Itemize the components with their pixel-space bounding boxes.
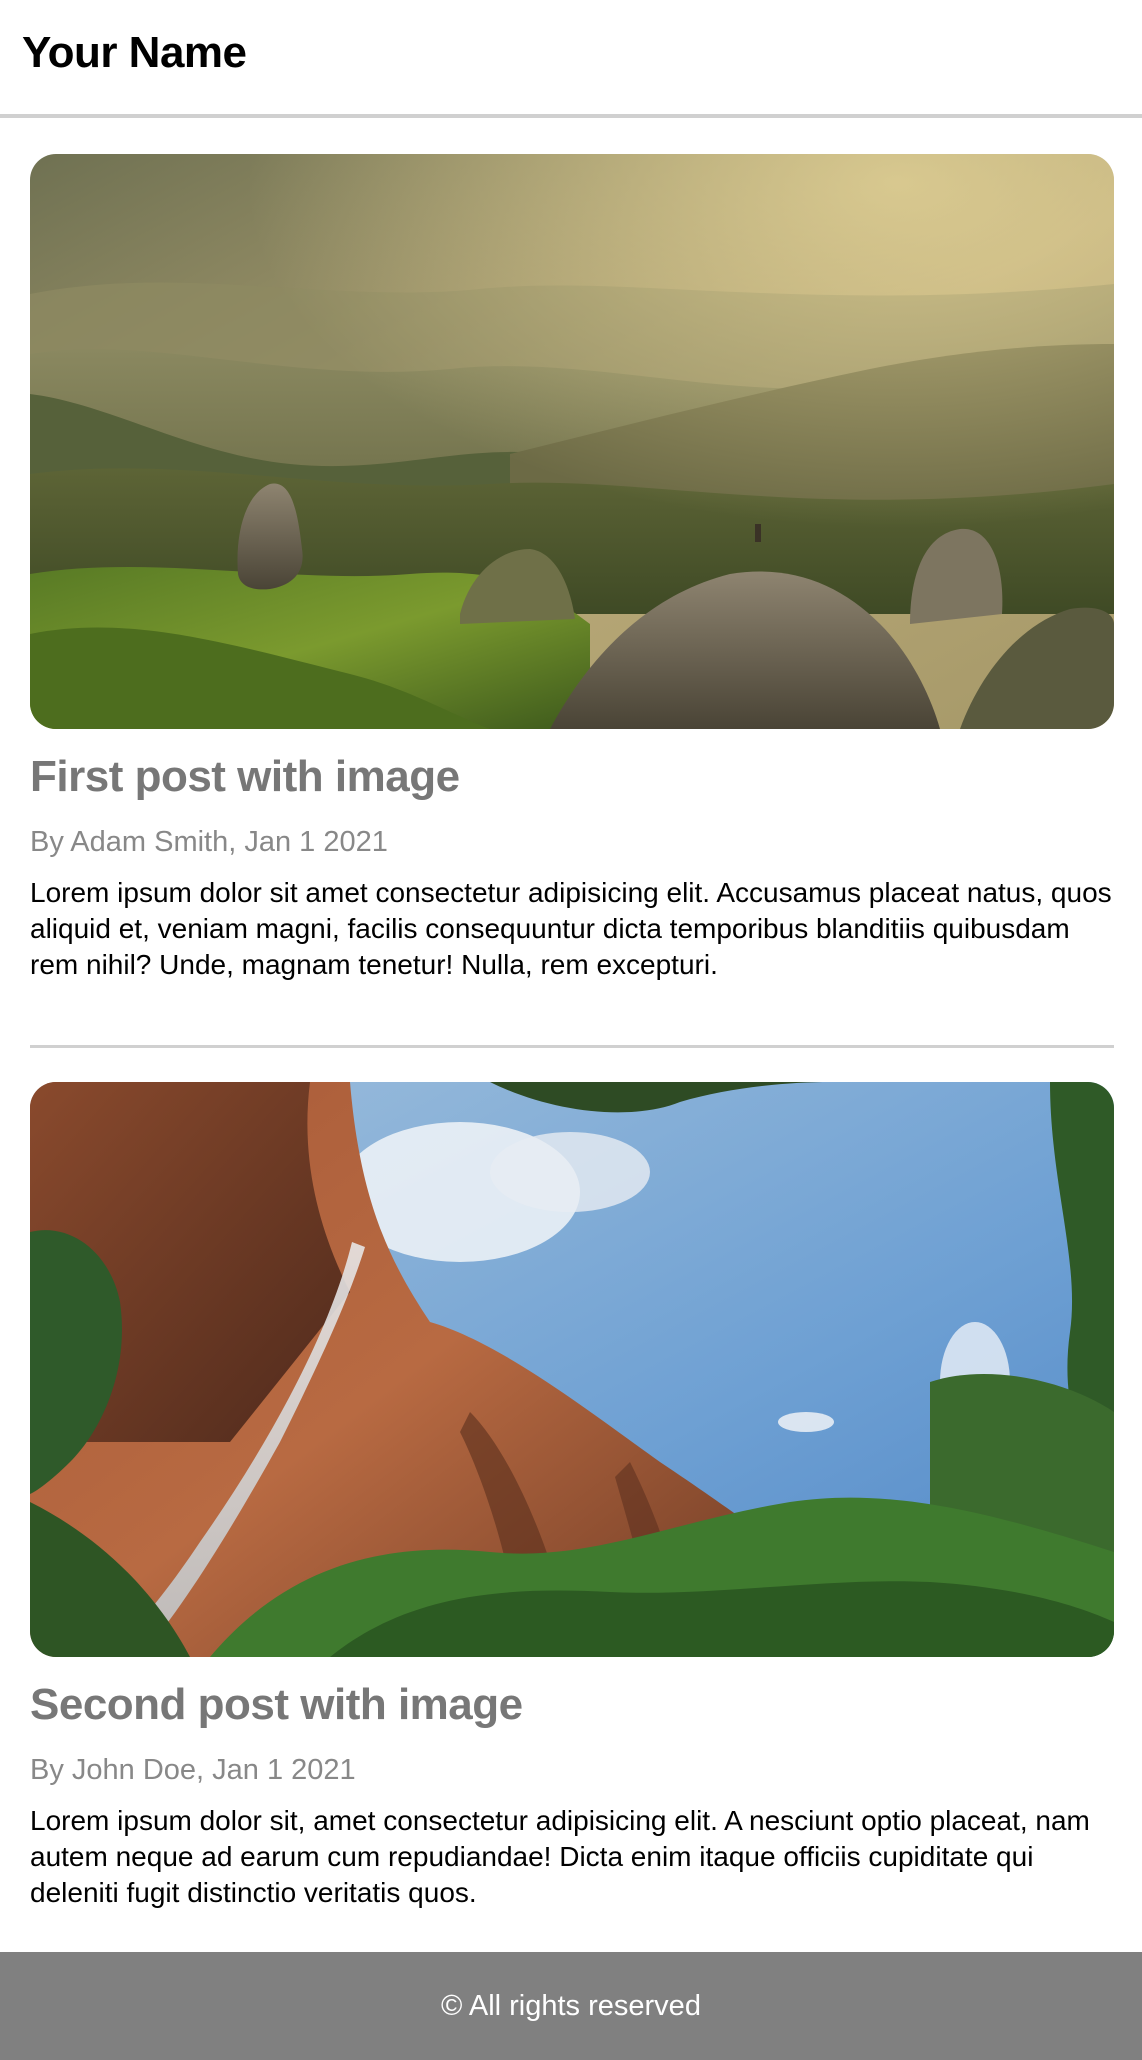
post-card: Second post with image By John Doe, Jan … — [30, 1082, 1114, 1911]
post-image-mountains — [30, 154, 1114, 729]
post-list: First post with image By Adam Smith, Jan… — [30, 154, 1114, 1911]
copyright-text: © All rights reserved — [441, 1989, 701, 2022]
post-image-canyon — [30, 1082, 1114, 1657]
post-body: Lorem ipsum dolor sit, amet consectetur … — [30, 1805, 1090, 1908]
site-title: Your Name — [22, 28, 247, 77]
post-divider — [30, 1045, 1114, 1048]
post-body: Lorem ipsum dolor sit amet consectetur a… — [30, 877, 1112, 980]
site-footer: © All rights reserved — [0, 1952, 1142, 2060]
post-card: First post with image By Adam Smith, Jan… — [30, 154, 1114, 983]
post-meta: By John Doe, Jan 1 2021 — [30, 1754, 356, 1786]
post-title[interactable]: First post with image — [30, 751, 1114, 803]
site-header: Your Name — [0, 0, 1142, 118]
post-meta: By Adam Smith, Jan 1 2021 — [30, 826, 388, 858]
post-title[interactable]: Second post with image — [30, 1679, 1114, 1731]
